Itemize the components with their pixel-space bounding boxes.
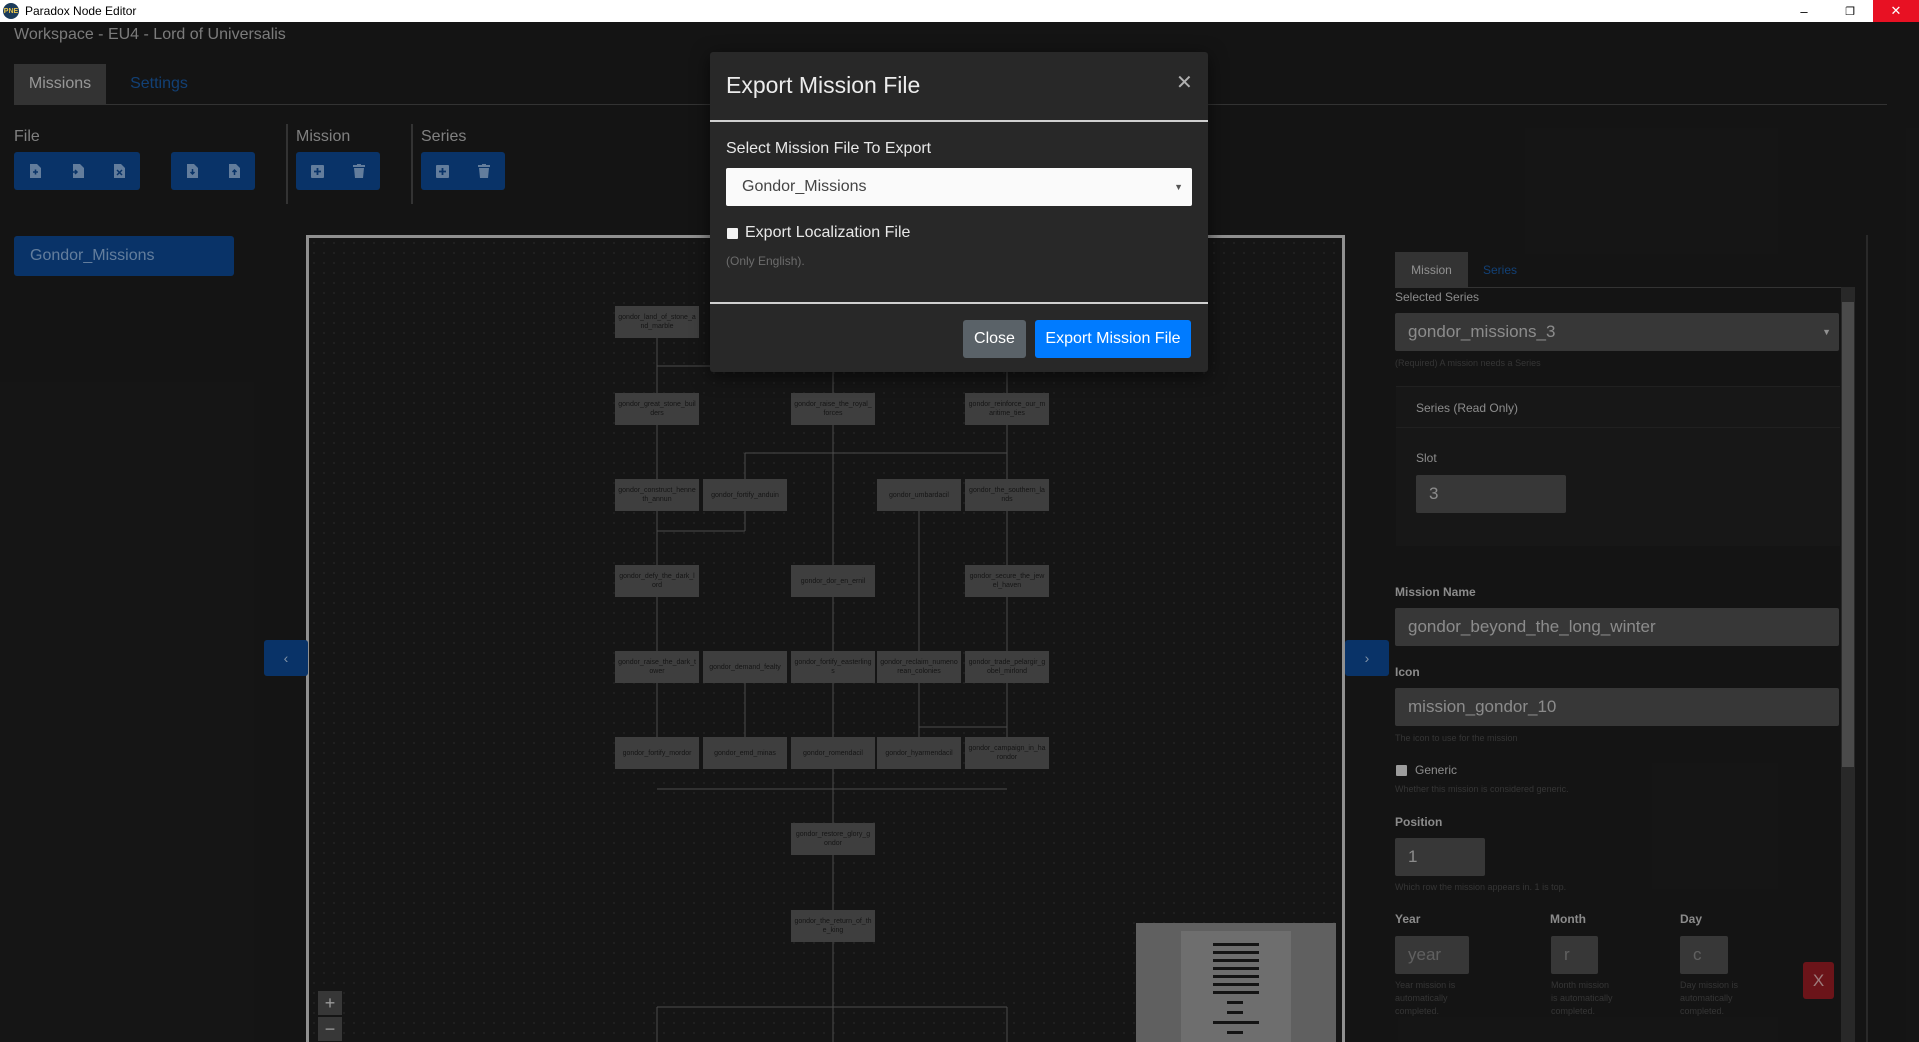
export-localization-label: Export Localization File [745,224,911,241]
app-logo-icon: PNE [3,3,19,19]
close-icon[interactable]: ✕ [1176,70,1193,95]
window-close-icon[interactable]: ✕ [1873,0,1919,22]
minimize-icon[interactable]: – [1781,0,1827,22]
export-localization-checkbox[interactable] [727,228,738,239]
mission-file-select-value: Gondor_Missions [742,178,867,195]
window-title: Paradox Node Editor [25,4,137,18]
chevron-down-icon: ▼ [1174,182,1183,192]
export-mission-file-button[interactable]: Export Mission File [1035,320,1191,358]
maximize-icon[interactable]: ❐ [1827,0,1873,22]
select-file-label: Select Mission File To Export [726,140,932,157]
mission-file-select[interactable]: Gondor_Missions ▼ [726,168,1192,206]
modal-footer-divider [710,302,1208,304]
modal-title: Export Mission File [726,72,921,98]
window-titlebar: PNE Paradox Node Editor – ❐ ✕ [0,0,1919,22]
export-mission-modal: Export Mission File ✕ Select Mission Fil… [710,52,1208,372]
close-button[interactable]: Close [963,320,1026,358]
export-localization-help: (Only English). [726,254,805,268]
modal-header-divider [710,120,1208,122]
